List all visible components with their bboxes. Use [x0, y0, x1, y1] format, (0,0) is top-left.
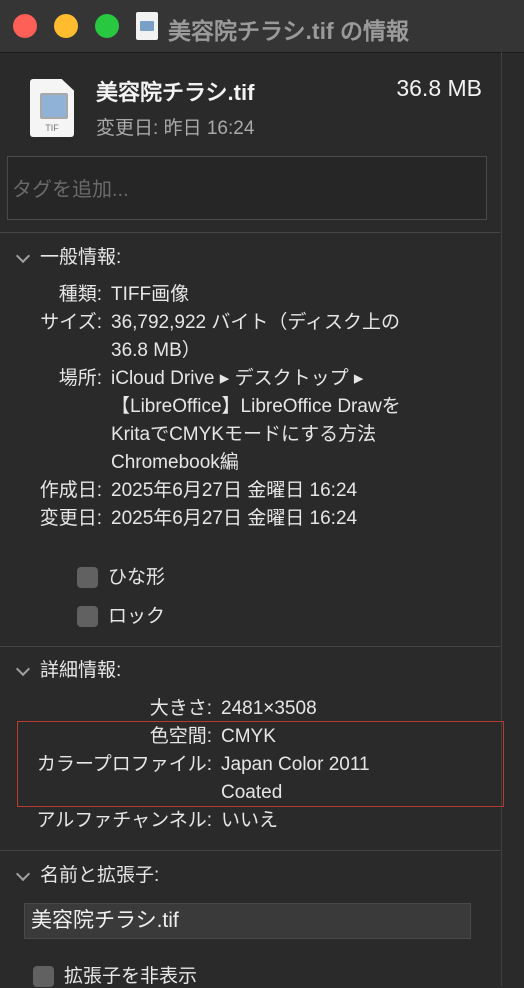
- kind-label: 種類:: [58, 284, 102, 305]
- title-bar: 美容院チラシ.tif の情報: [0, 0, 524, 53]
- highlight-box: [17, 721, 504, 807]
- where-line3: KritaでCMYKモードにする方法: [111, 424, 377, 445]
- divider: [0, 850, 500, 851]
- file-name-field[interactable]: 美容院チラシ.tif: [24, 903, 471, 939]
- window-title: 美容院チラシ.tif の情報: [168, 18, 410, 44]
- section-more-info-header[interactable]: 詳細情報:: [14, 655, 121, 682]
- section-name-ext-title: 名前と拡張子:: [40, 865, 160, 886]
- chevron-down-icon[interactable]: [15, 661, 31, 677]
- locked-checkbox[interactable]: [77, 606, 98, 628]
- modified-detail-label: 変更日:: [39, 508, 102, 529]
- file-ext-badge: TIF: [45, 123, 59, 133]
- alpha-value: いいえ: [221, 810, 279, 831]
- image-preview-icon: [40, 93, 68, 119]
- minimize-button[interactable]: [54, 14, 78, 38]
- size-value-line1: 36,792,922 バイト（ディスク上の: [111, 312, 401, 333]
- dimensions-label: 大きさ:: [149, 698, 212, 719]
- dimensions-value: 2481×3508: [221, 698, 317, 719]
- chevron-down-icon[interactable]: [15, 248, 31, 264]
- hide-extension-checkbox[interactable]: [33, 966, 54, 988]
- size-value-line2: 36.8 MB）: [111, 340, 201, 361]
- divider: [0, 232, 500, 233]
- hide-extension-row[interactable]: 拡張子を非表示: [33, 961, 197, 988]
- section-more-info-title: 詳細情報:: [40, 660, 122, 681]
- file-name: 美容院チラシ.tif: [96, 80, 255, 105]
- section-general-title: 一般情報:: [40, 247, 122, 268]
- stationery-checkbox[interactable]: [77, 567, 98, 589]
- modified-label: 変更日:: [96, 118, 159, 139]
- tags-input[interactable]: [8, 157, 486, 219]
- where-label: 場所:: [58, 368, 102, 389]
- scrollbar[interactable]: [501, 52, 502, 986]
- title-file-icon: [136, 12, 158, 40]
- created-label: 作成日:: [39, 480, 102, 501]
- tags-box[interactable]: [7, 156, 487, 220]
- where-line4: Chromebook編: [111, 452, 239, 473]
- alpha-label: アルファチャンネル:: [36, 810, 212, 831]
- kind-value: TIFF画像: [111, 284, 190, 305]
- stationery-label: ひな形: [108, 567, 166, 588]
- locked-label: ロック: [108, 606, 166, 627]
- size-label: サイズ:: [40, 312, 102, 333]
- section-general-header[interactable]: 一般情報:: [14, 242, 121, 269]
- file-size: 36.8 MB: [396, 75, 482, 101]
- stationery-checkbox-row[interactable]: ひな形: [77, 562, 165, 589]
- where-line2: 【LibreOffice】LibreOffice Drawを: [111, 396, 401, 417]
- modified-detail-value: 2025年6月27日 金曜日 16:24: [111, 508, 358, 529]
- hide-extension-label: 拡張子を非表示: [64, 966, 198, 987]
- zoom-button[interactable]: [95, 14, 119, 38]
- section-name-ext-header[interactable]: 名前と拡張子:: [14, 860, 159, 887]
- divider: [0, 646, 500, 647]
- close-button[interactable]: [13, 14, 37, 38]
- locked-checkbox-row[interactable]: ロック: [77, 601, 165, 628]
- where-line1: iCloud Drive ▸ デスクトップ ▸: [111, 368, 364, 389]
- modified-value: 昨日 16:24: [163, 118, 255, 139]
- created-value: 2025年6月27日 金曜日 16:24: [111, 480, 358, 501]
- modified-summary: 変更日: 昨日 16:24: [96, 113, 254, 140]
- chevron-down-icon[interactable]: [15, 866, 31, 882]
- tif-file-icon: TIF: [30, 79, 74, 137]
